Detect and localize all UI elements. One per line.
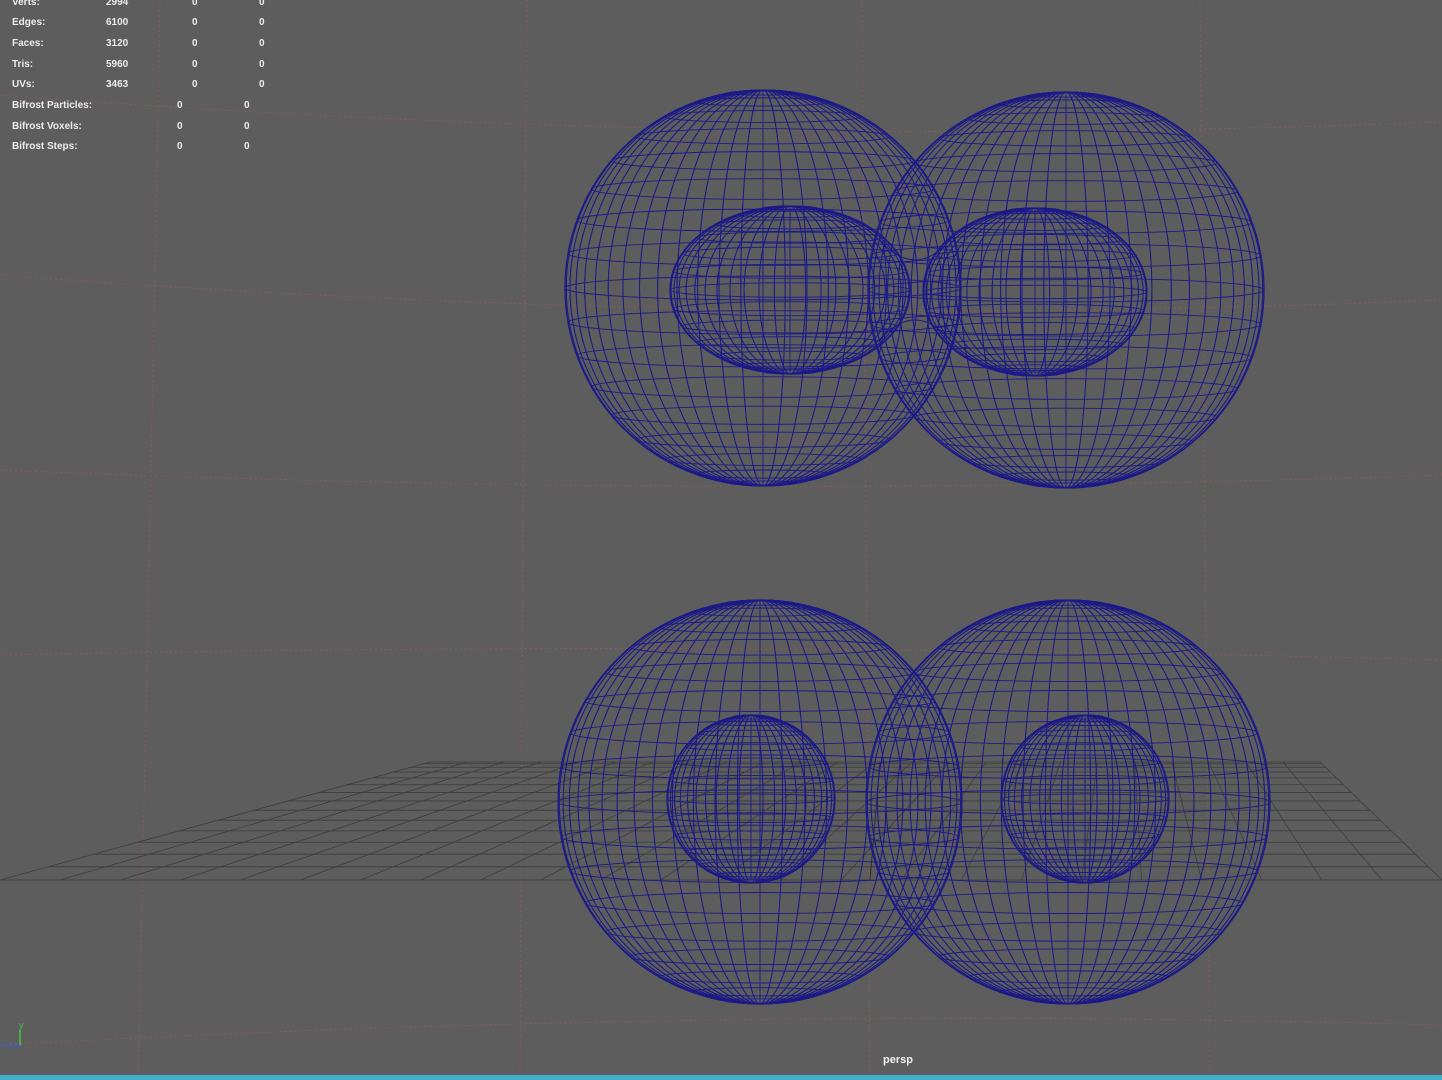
guide-line xyxy=(137,0,161,1080)
hud-row: Faces: 3120 0 0 xyxy=(0,37,300,51)
hud-value: 0 xyxy=(177,121,183,132)
hud-row: Tris: 5960 0 0 xyxy=(0,58,300,72)
hud-value: 0 xyxy=(177,141,183,152)
outer-sphere-bottom-right[interactable] xyxy=(865,599,1271,1005)
hud-value: 0 xyxy=(192,38,198,49)
hud-value: 0 xyxy=(244,141,250,152)
hud-value: 3120 xyxy=(106,38,129,49)
hud-value: 0 xyxy=(177,100,183,111)
hud-value: 0 xyxy=(192,79,198,90)
grid-line xyxy=(420,761,690,881)
grid-line xyxy=(1208,761,1263,881)
hud-value: 0 xyxy=(192,17,198,28)
grid-line xyxy=(360,761,653,881)
hud-label: Faces: xyxy=(12,38,44,49)
hud-label: Edges: xyxy=(12,17,46,28)
viewport-persp[interactable]: Verts: 2994 0 0 Edges: 6100 0 0 Faces: 3120 0 0 Tris… xyxy=(0,0,1442,1080)
hud-value: 0 xyxy=(259,0,265,8)
camera-guide-lines xyxy=(0,0,1442,1080)
hud-value: 0 xyxy=(192,0,198,8)
guide-line xyxy=(519,0,528,1080)
hud-value: 3463 xyxy=(106,79,129,90)
hud-value: 0 xyxy=(192,59,198,70)
hud-value: 0 xyxy=(259,17,265,28)
status-strip xyxy=(0,1075,1442,1080)
scene-canvas[interactable] xyxy=(0,0,1442,1080)
hud-value: 0 xyxy=(244,121,250,132)
grid-line xyxy=(180,761,542,881)
hud-row: Verts: 2994 0 0 xyxy=(0,0,300,10)
hud-value: 5960 xyxy=(106,59,129,70)
wireframe-outer-spheres-bottom xyxy=(557,599,1271,1005)
hud-value: 0 xyxy=(259,79,265,90)
hud-value: 0 xyxy=(259,59,265,70)
axis-y-label: y xyxy=(19,1020,24,1030)
inner-sphere-bottom-left[interactable] xyxy=(666,714,836,884)
axis-gizmo-icon: y z xyxy=(2,1018,32,1052)
hud-row: Edges: 6100 0 0 xyxy=(0,16,300,30)
hud-row: Bifrost Particles: 0 0 xyxy=(0,99,300,113)
hud-label: Verts: xyxy=(12,0,40,8)
grid-line xyxy=(0,761,431,881)
grid-line xyxy=(840,761,950,881)
hud-label: Bifrost Voxels: xyxy=(12,121,82,132)
hud-label: Tris: xyxy=(12,59,34,70)
hud-value: 0 xyxy=(259,38,265,49)
grid-line xyxy=(960,761,1024,881)
grid-line xyxy=(59,761,468,881)
outer-sphere-bottom-left[interactable] xyxy=(557,599,963,1005)
hud-row: Bifrost Steps: 0 0 xyxy=(0,140,300,154)
hud-row: UVs: 3463 0 0 xyxy=(0,78,300,92)
guide-line xyxy=(0,1017,1442,1046)
hud-label: UVs: xyxy=(12,79,35,90)
grid-line xyxy=(240,761,579,881)
hud-label: Bifrost Particles: xyxy=(12,100,93,111)
guide-line xyxy=(0,274,1442,311)
hud-value: 6100 xyxy=(106,17,129,28)
outer-sphere-top-left[interactable] xyxy=(564,89,962,487)
grid-line xyxy=(1282,761,1383,881)
grid-line xyxy=(120,761,505,881)
hud-value: 0 xyxy=(244,100,250,111)
axis-z-label: z xyxy=(2,1039,7,1049)
hud-value: 2994 xyxy=(106,0,129,8)
inner-sphere-bottom-right[interactable] xyxy=(1000,714,1170,884)
grid-line xyxy=(1319,761,1442,881)
camera-name-label: persp xyxy=(883,1054,913,1066)
hud-label: Bifrost Steps: xyxy=(12,141,78,152)
hud-row: Bifrost Voxels: 0 0 xyxy=(0,120,300,134)
grid-line xyxy=(540,761,764,881)
